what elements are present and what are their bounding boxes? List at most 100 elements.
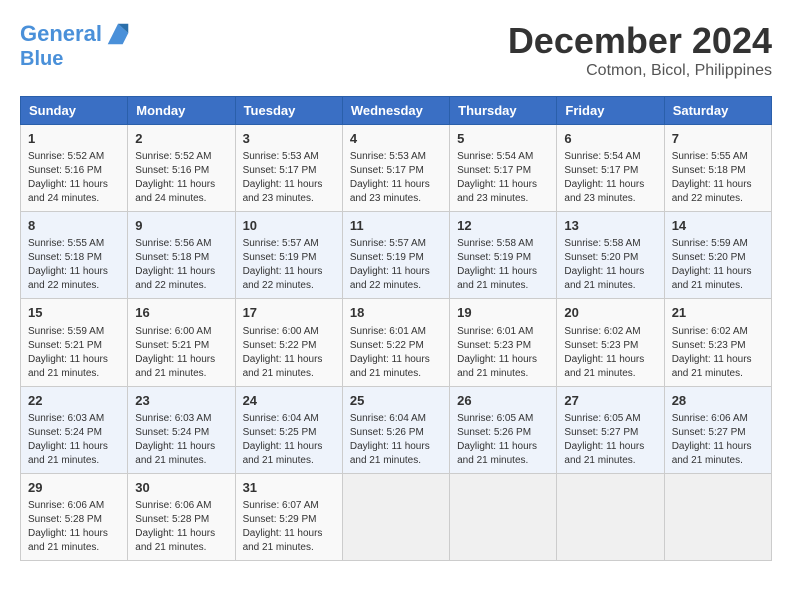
day-number: 29	[28, 479, 120, 497]
day-info: Sunrise: 6:02 AM Sunset: 5:23 PM Dayligh…	[672, 325, 764, 381]
day-number: 20	[564, 304, 656, 322]
calendar-cell: 21 Sunrise: 6:02 AM Sunset: 5:23 PM Dayli…	[664, 299, 771, 386]
day-number: 21	[672, 304, 764, 322]
day-number: 30	[135, 479, 227, 497]
day-number: 24	[243, 392, 335, 410]
calendar-cell: 31 Sunrise: 6:07 AM Sunset: 5:29 PM Dayli…	[235, 473, 342, 560]
calendar-week-row: 15 Sunrise: 5:59 AM Sunset: 5:21 PM Dayli…	[21, 299, 772, 386]
day-number: 23	[135, 392, 227, 410]
day-info: Sunrise: 6:01 AM Sunset: 5:22 PM Dayligh…	[350, 325, 442, 381]
calendar-cell	[664, 473, 771, 560]
day-number: 9	[135, 217, 227, 235]
calendar-header-row: SundayMondayTuesdayWednesdayThursdayFrid…	[21, 97, 772, 125]
column-header-monday: Monday	[128, 97, 235, 125]
day-number: 17	[243, 304, 335, 322]
column-header-thursday: Thursday	[450, 97, 557, 125]
calendar-cell	[342, 473, 449, 560]
day-number: 18	[350, 304, 442, 322]
day-info: Sunrise: 5:55 AM Sunset: 5:18 PM Dayligh…	[672, 150, 764, 206]
calendar-cell: 14Sunrise: 5:59 AM Sunset: 5:20 PM Dayli…	[664, 212, 771, 299]
calendar-cell	[557, 473, 664, 560]
day-info: Sunrise: 5:58 AM Sunset: 5:20 PM Dayligh…	[564, 237, 656, 293]
day-info: Sunrise: 6:00 AM Sunset: 5:21 PM Dayligh…	[135, 325, 227, 381]
calendar-cell: 28 Sunrise: 6:06 AM Sunset: 5:27 PM Dayli…	[664, 386, 771, 473]
day-info: Sunrise: 5:56 AM Sunset: 5:18 PM Dayligh…	[135, 237, 227, 293]
day-info: Sunrise: 6:05 AM Sunset: 5:26 PM Dayligh…	[457, 412, 549, 468]
calendar-week-row: 22 Sunrise: 6:03 AM Sunset: 5:24 PM Dayli…	[21, 386, 772, 473]
calendar-cell: 12Sunrise: 5:58 AM Sunset: 5:19 PM Dayli…	[450, 212, 557, 299]
day-number: 25	[350, 392, 442, 410]
day-info: Sunrise: 5:59 AM Sunset: 5:21 PM Dayligh…	[28, 325, 120, 381]
day-number: 6	[564, 130, 656, 148]
calendar-cell: 2Sunrise: 5:52 AM Sunset: 5:16 PM Daylig…	[128, 125, 235, 212]
calendar-cell: 11Sunrise: 5:57 AM Sunset: 5:19 PM Dayli…	[342, 212, 449, 299]
calendar-cell: 30 Sunrise: 6:06 AM Sunset: 5:28 PM Dayli…	[128, 473, 235, 560]
day-info: Sunrise: 6:02 AM Sunset: 5:23 PM Dayligh…	[564, 325, 656, 381]
day-number: 2	[135, 130, 227, 148]
calendar-cell: 27Sunrise: 6:05 AM Sunset: 5:27 PM Dayli…	[557, 386, 664, 473]
title-block: December 2024 Cotmon, Bicol, Philippines	[508, 20, 772, 80]
month-title: December 2024	[508, 20, 772, 62]
day-number: 16	[135, 304, 227, 322]
day-number: 31	[243, 479, 335, 497]
day-number: 15	[28, 304, 120, 322]
calendar-cell: 13 Sunrise: 5:58 AM Sunset: 5:20 PM Dayli…	[557, 212, 664, 299]
column-header-friday: Friday	[557, 97, 664, 125]
logo: General Blue	[20, 20, 132, 70]
day-number: 7	[672, 130, 764, 148]
day-info: Sunrise: 6:06 AM Sunset: 5:28 PM Dayligh…	[135, 499, 227, 555]
day-info: Sunrise: 6:06 AM Sunset: 5:27 PM Dayligh…	[672, 412, 764, 468]
day-info: Sunrise: 5:54 AM Sunset: 5:17 PM Dayligh…	[457, 150, 549, 206]
calendar-cell: 10 Sunrise: 5:57 AM Sunset: 5:19 PM Dayli…	[235, 212, 342, 299]
day-number: 4	[350, 130, 442, 148]
calendar-cell: 5 Sunrise: 5:54 AM Sunset: 5:17 PM Daylig…	[450, 125, 557, 212]
day-info: Sunrise: 5:57 AM Sunset: 5:19 PM Dayligh…	[243, 237, 335, 293]
day-info: Sunrise: 6:04 AM Sunset: 5:25 PM Dayligh…	[243, 412, 335, 468]
calendar-cell: 4Sunrise: 5:53 AM Sunset: 5:17 PM Daylig…	[342, 125, 449, 212]
column-header-tuesday: Tuesday	[235, 97, 342, 125]
column-header-saturday: Saturday	[664, 97, 771, 125]
day-info: Sunrise: 6:04 AM Sunset: 5:26 PM Dayligh…	[350, 412, 442, 468]
day-number: 22	[28, 392, 120, 410]
day-info: Sunrise: 5:57 AM Sunset: 5:19 PM Dayligh…	[350, 237, 442, 293]
day-number: 5	[457, 130, 549, 148]
day-info: Sunrise: 5:53 AM Sunset: 5:17 PM Dayligh…	[243, 150, 335, 206]
day-info: Sunrise: 6:05 AM Sunset: 5:27 PM Dayligh…	[564, 412, 656, 468]
day-number: 19	[457, 304, 549, 322]
day-info: Sunrise: 5:52 AM Sunset: 5:16 PM Dayligh…	[28, 150, 120, 206]
calendar-cell: 24 Sunrise: 6:04 AM Sunset: 5:25 PM Dayli…	[235, 386, 342, 473]
day-info: Sunrise: 6:03 AM Sunset: 5:24 PM Dayligh…	[135, 412, 227, 468]
day-number: 26	[457, 392, 549, 410]
calendar-cell: 17 Sunrise: 6:00 AM Sunset: 5:22 PM Dayli…	[235, 299, 342, 386]
calendar-cell: 23 Sunrise: 6:03 AM Sunset: 5:24 PM Dayli…	[128, 386, 235, 473]
day-info: Sunrise: 6:01 AM Sunset: 5:23 PM Dayligh…	[457, 325, 549, 381]
day-info: Sunrise: 5:54 AM Sunset: 5:17 PM Dayligh…	[564, 150, 656, 206]
calendar-week-row: 1 Sunrise: 5:52 AM Sunset: 5:16 PM Daylig…	[21, 125, 772, 212]
calendar-cell	[450, 473, 557, 560]
calendar-cell: 16 Sunrise: 6:00 AM Sunset: 5:21 PM Dayli…	[128, 299, 235, 386]
page-header: General Blue December 2024 Cotmon, Bicol…	[20, 20, 772, 80]
day-number: 10	[243, 217, 335, 235]
day-number: 28	[672, 392, 764, 410]
calendar-cell: 22Sunrise: 6:03 AM Sunset: 5:24 PM Dayli…	[21, 386, 128, 473]
logo-icon	[104, 20, 132, 48]
calendar-cell: 15 Sunrise: 5:59 AM Sunset: 5:21 PM Dayli…	[21, 299, 128, 386]
calendar-cell: 3 Sunrise: 5:53 AM Sunset: 5:17 PM Daylig…	[235, 125, 342, 212]
location-subtitle: Cotmon, Bicol, Philippines	[508, 62, 772, 80]
day-number: 13	[564, 217, 656, 235]
column-header-sunday: Sunday	[21, 97, 128, 125]
calendar-cell: 20 Sunrise: 6:02 AM Sunset: 5:23 PM Dayli…	[557, 299, 664, 386]
day-number: 8	[28, 217, 120, 235]
calendar-week-row: 8Sunrise: 5:55 AM Sunset: 5:18 PM Daylig…	[21, 212, 772, 299]
calendar-week-row: 29 Sunrise: 6:06 AM Sunset: 5:28 PM Dayli…	[21, 473, 772, 560]
day-info: Sunrise: 6:07 AM Sunset: 5:29 PM Dayligh…	[243, 499, 335, 555]
day-number: 1	[28, 130, 120, 148]
day-info: Sunrise: 6:00 AM Sunset: 5:22 PM Dayligh…	[243, 325, 335, 381]
calendar-cell: 26 Sunrise: 6:05 AM Sunset: 5:26 PM Dayli…	[450, 386, 557, 473]
day-number: 12	[457, 217, 549, 235]
calendar-cell: 7 Sunrise: 5:55 AM Sunset: 5:18 PM Daylig…	[664, 125, 771, 212]
day-info: Sunrise: 5:59 AM Sunset: 5:20 PM Dayligh…	[672, 237, 764, 293]
day-number: 3	[243, 130, 335, 148]
column-header-wednesday: Wednesday	[342, 97, 449, 125]
calendar-table: SundayMondayTuesdayWednesdayThursdayFrid…	[20, 96, 772, 561]
